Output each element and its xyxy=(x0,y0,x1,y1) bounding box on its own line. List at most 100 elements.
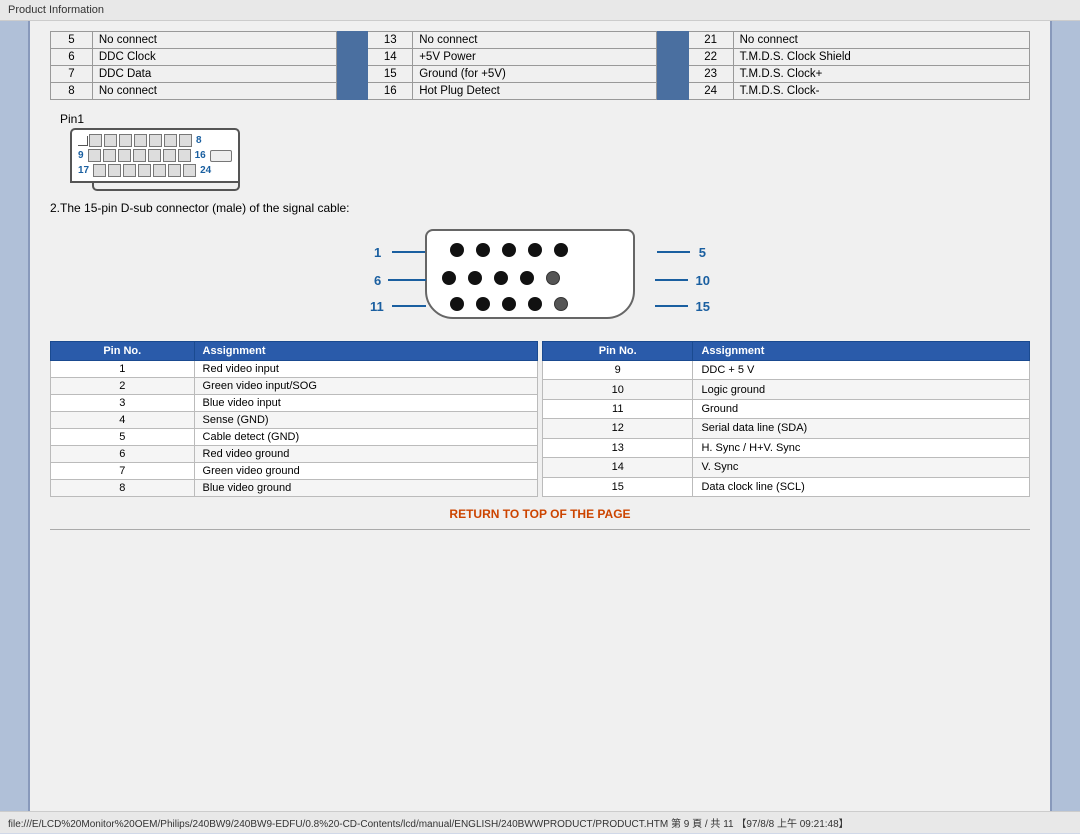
cell: No connect xyxy=(92,32,336,49)
cell-assignment: Serial data line (SDA) xyxy=(693,419,1030,438)
pin-table-right: Pin No. Assignment 9 DDC + 5 V 10 Logic … xyxy=(542,341,1030,497)
left-bar xyxy=(0,21,30,811)
blue-divider xyxy=(336,66,367,83)
cell-pinno: 8 xyxy=(51,480,195,497)
cell: DDC Data xyxy=(92,66,336,83)
upper-table: 5 No connect 13 No connect 21 No connect… xyxy=(50,31,1030,100)
table-row: 5 No connect 13 No connect 21 No connect xyxy=(51,32,1030,49)
dsub-title: 2.The 15-pin D-sub connector (male) of t… xyxy=(50,201,1030,215)
right-table-header-pinno: Pin No. xyxy=(543,342,693,361)
blue-divider xyxy=(336,49,367,66)
cell: T.M.D.S. Clock- xyxy=(733,83,1029,100)
divider xyxy=(50,529,1030,530)
cell-assignment: Red video ground xyxy=(194,446,537,463)
cell-assignment: Blue video ground xyxy=(194,480,537,497)
dsub-container: 1 6 11 5 10 15 xyxy=(50,221,1030,331)
cell: Hot Plug Detect xyxy=(413,83,657,100)
cell: 23 xyxy=(688,66,733,83)
pin-diagram-area: Pin1 xyxy=(50,112,1030,191)
bottom-bar-label: file:///E/LCD%20Monitor%20OEM/Philips/24… xyxy=(8,819,849,830)
table-row: 10 Logic ground xyxy=(543,380,1030,399)
table-row: 6 Red video ground xyxy=(51,446,538,463)
cell-pinno: 6 xyxy=(51,446,195,463)
table-row: 13 H. Sync / H+V. Sync xyxy=(543,438,1030,457)
bottom-bar: file:///E/LCD%20Monitor%20OEM/Philips/24… xyxy=(0,811,1080,833)
table-row: 2 Green video input/SOG xyxy=(51,378,538,395)
cell: 15 xyxy=(368,66,413,83)
cell: DDC Clock xyxy=(92,49,336,66)
cell-pinno: 1 xyxy=(51,361,195,378)
cell-assignment: Green video input/SOG xyxy=(194,378,537,395)
return-link[interactable]: RETURN TO TOP OF THE PAGE xyxy=(449,507,630,521)
cell-assignment: H. Sync / H+V. Sync xyxy=(693,438,1030,457)
return-link-container: RETURN TO TOP OF THE PAGE xyxy=(50,507,1030,521)
blue-divider xyxy=(657,49,688,66)
cell-assignment: DDC + 5 V xyxy=(693,361,1030,380)
table-row: 14 V. Sync xyxy=(543,458,1030,477)
main-layout: 5 No connect 13 No connect 21 No connect… xyxy=(0,21,1080,811)
table-row: 4 Sense (GND) xyxy=(51,412,538,429)
table-row: 7 DDC Data 15 Ground (for +5V) 23 T.M.D.… xyxy=(51,66,1030,83)
cell: T.M.D.S. Clock+ xyxy=(733,66,1029,83)
cell-assignment: Green video ground xyxy=(194,463,537,480)
left-table-header-assignment: Assignment xyxy=(194,342,537,361)
cell: 13 xyxy=(368,32,413,49)
blue-divider xyxy=(336,83,367,100)
dsub-section: 2.The 15-pin D-sub connector (male) of t… xyxy=(50,201,1030,331)
cell-pinno: 5 xyxy=(51,429,195,446)
cell: 5 xyxy=(51,32,93,49)
cell: 6 xyxy=(51,49,93,66)
cell-assignment: V. Sync xyxy=(693,458,1030,477)
cell-assignment: Ground xyxy=(693,399,1030,418)
cell: 21 xyxy=(688,32,733,49)
content-area: 5 No connect 13 No connect 21 No connect… xyxy=(30,21,1050,811)
cell-pinno: 12 xyxy=(543,419,693,438)
cell: T.M.D.S. Clock Shield xyxy=(733,49,1029,66)
cell-pinno: 7 xyxy=(51,463,195,480)
cell: 16 xyxy=(368,83,413,100)
cell-pinno: 11 xyxy=(543,399,693,418)
table-row: 12 Serial data line (SDA) xyxy=(543,419,1030,438)
cell: 14 xyxy=(368,49,413,66)
cell: 8 xyxy=(51,83,93,100)
cell-assignment: Data clock line (SCL) xyxy=(693,477,1030,496)
cell: 22 xyxy=(688,49,733,66)
cell-pinno: 15 xyxy=(543,477,693,496)
blue-divider xyxy=(657,66,688,83)
table-row: 3 Blue video input xyxy=(51,395,538,412)
blue-divider xyxy=(336,32,367,49)
cell: No connect xyxy=(733,32,1029,49)
table-row: 7 Green video ground xyxy=(51,463,538,480)
cell-pinno: 10 xyxy=(543,380,693,399)
table-row: 1 Red video input xyxy=(51,361,538,378)
cell-assignment: Sense (GND) xyxy=(194,412,537,429)
table-row: 5 Cable detect (GND) xyxy=(51,429,538,446)
right-table-header-assignment: Assignment xyxy=(693,342,1030,361)
blue-divider xyxy=(657,32,688,49)
right-bar xyxy=(1050,21,1080,811)
blue-divider xyxy=(657,83,688,100)
top-bar: Product Information xyxy=(0,0,1080,21)
cell-assignment: Red video input xyxy=(194,361,537,378)
cell-pinno: 2 xyxy=(51,378,195,395)
top-bar-label: Product Information xyxy=(8,4,104,16)
cell-assignment: Blue video input xyxy=(194,395,537,412)
cell-pinno: 3 xyxy=(51,395,195,412)
cell-pinno: 4 xyxy=(51,412,195,429)
cell-pinno: 9 xyxy=(543,361,693,380)
table-row: 15 Data clock line (SCL) xyxy=(543,477,1030,496)
cell: Ground (for +5V) xyxy=(413,66,657,83)
cell-assignment: Cable detect (GND) xyxy=(194,429,537,446)
pin-table-left: Pin No. Assignment 1 Red video input 2 G… xyxy=(50,341,538,497)
table-row: 6 DDC Clock 14 +5V Power 22 T.M.D.S. Clo… xyxy=(51,49,1030,66)
left-table-header-pinno: Pin No. xyxy=(51,342,195,361)
pin1-label: Pin1 xyxy=(60,112,84,126)
table-row: 9 DDC + 5 V xyxy=(543,361,1030,380)
cell-pinno: 13 xyxy=(543,438,693,457)
pin-tables-wrapper: Pin No. Assignment 1 Red video input 2 G… xyxy=(50,341,1030,497)
cell-pinno: 14 xyxy=(543,458,693,477)
cell-assignment: Logic ground xyxy=(693,380,1030,399)
cell: No connect xyxy=(92,83,336,100)
cell: 24 xyxy=(688,83,733,100)
table-row: 11 Ground xyxy=(543,399,1030,418)
